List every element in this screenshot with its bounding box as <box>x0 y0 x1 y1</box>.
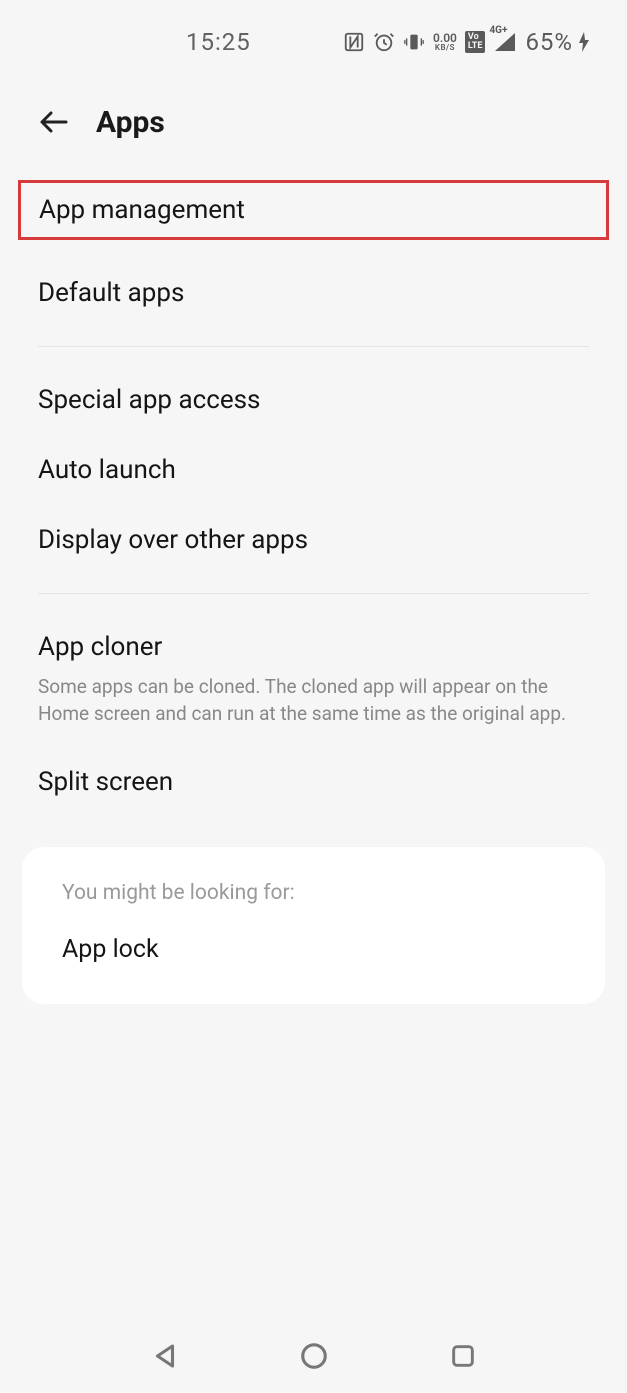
suggestion-hint: You might be looking for: <box>62 881 565 905</box>
page-title: Apps <box>96 105 165 140</box>
battery-indicator: 65% <box>525 28 591 56</box>
suggestion-card: You might be looking for: App lock <box>22 847 605 1004</box>
row-special-app-access[interactable]: Special app access <box>38 365 589 435</box>
navigation-bar <box>0 1319 627 1393</box>
header: Apps <box>0 84 627 180</box>
row-title: Special app access <box>38 385 589 415</box>
row-default-apps[interactable]: Default apps <box>38 258 589 328</box>
nfc-icon <box>343 31 365 53</box>
signal-icon: 4G+ <box>493 31 517 53</box>
row-title: Split screen <box>38 767 589 797</box>
row-auto-launch[interactable]: Auto launch <box>38 435 589 505</box>
data-rate-icon: 0.00 KB/S <box>433 32 457 52</box>
alarm-icon <box>373 31 395 53</box>
suggestion-item-app-lock[interactable]: App lock <box>62 935 565 964</box>
row-display-over[interactable]: Display over other apps <box>38 505 589 575</box>
nav-back-icon[interactable] <box>150 1341 180 1371</box>
row-title: Default apps <box>38 278 589 308</box>
vibrate-icon <box>403 31 425 53</box>
row-title: App management <box>39 195 588 225</box>
row-title: Display over other apps <box>38 525 589 555</box>
divider <box>38 346 589 347</box>
status-time: 15:25 <box>186 28 251 56</box>
row-split-screen[interactable]: Split screen <box>38 747 589 817</box>
status-icons: 0.00 KB/S VoLTE 4G+ 65% <box>343 28 591 56</box>
row-description: Some apps can be cloned. The cloned app … <box>38 674 589 727</box>
row-title: App cloner <box>38 632 589 662</box>
nav-recent-icon[interactable] <box>449 1342 477 1370</box>
nav-home-icon[interactable] <box>299 1341 329 1371</box>
row-app-management[interactable]: App management <box>18 180 609 240</box>
row-title: Auto launch <box>38 455 589 485</box>
status-bar: 15:25 0.00 KB/S VoLTE 4G+ 65% <box>0 0 627 84</box>
divider <box>38 593 589 594</box>
row-app-cloner[interactable]: App cloner Some apps can be cloned. The … <box>38 612 589 747</box>
back-arrow-icon[interactable] <box>36 104 72 140</box>
volte-icon: VoLTE <box>465 31 486 53</box>
